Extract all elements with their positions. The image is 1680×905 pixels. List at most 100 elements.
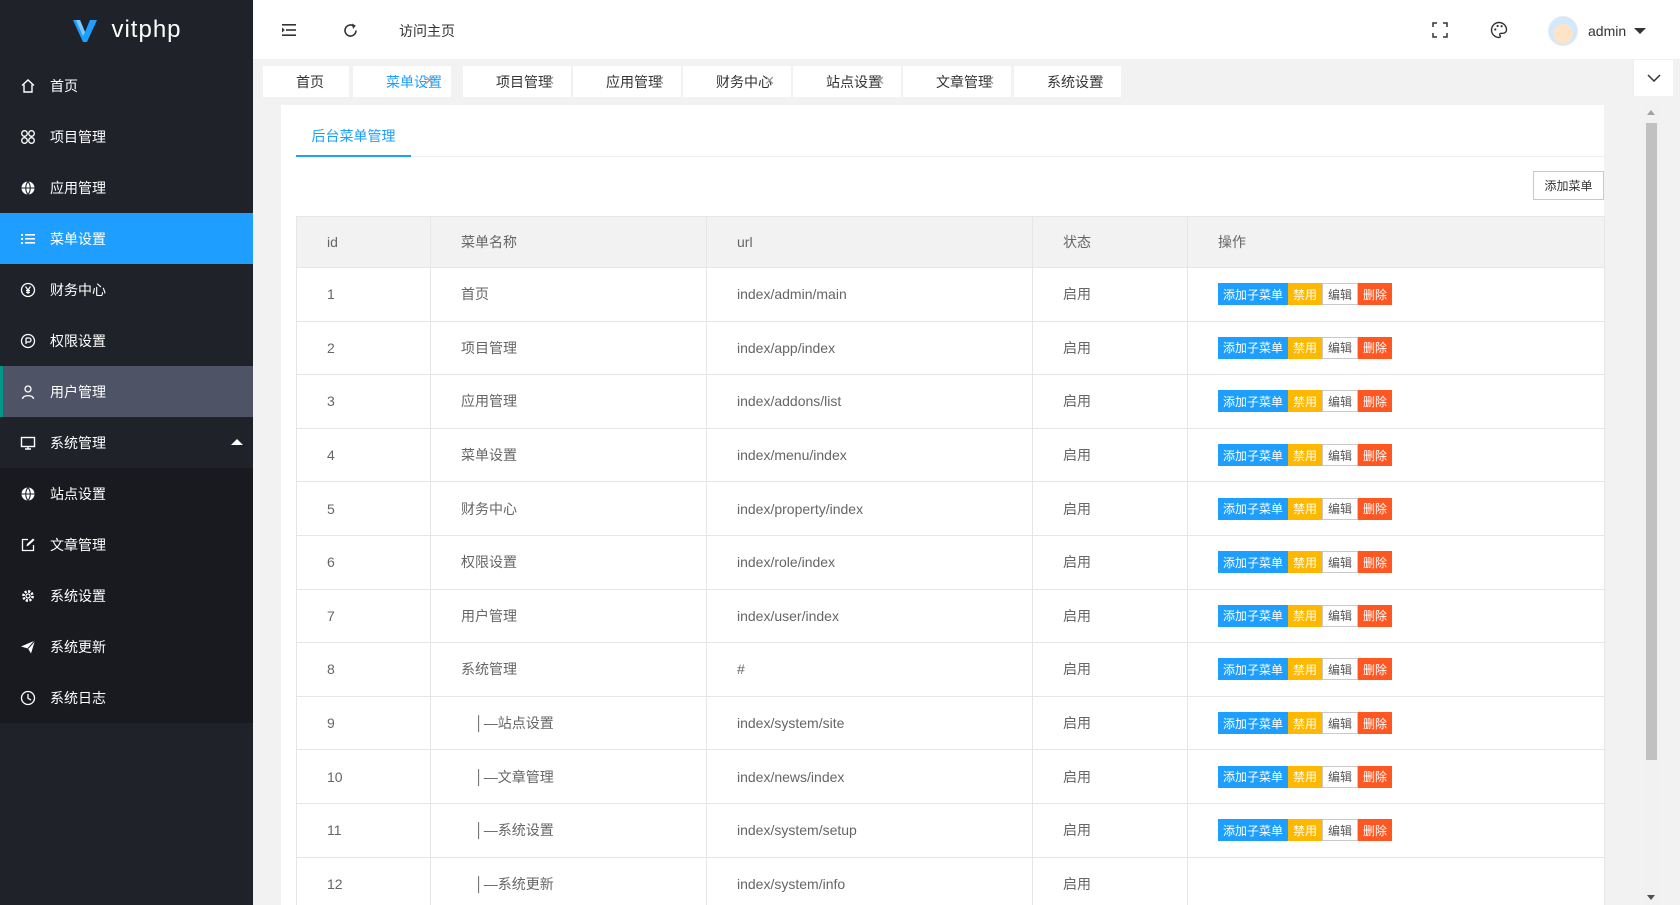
delete-button[interactable]: 删除 — [1358, 765, 1393, 788]
scroll-down-icon[interactable] — [1647, 895, 1655, 900]
add-submenu-button[interactable]: 添加子菜单 — [1218, 765, 1289, 788]
edit-button[interactable]: 编辑 — [1322, 283, 1359, 306]
tab-7[interactable]: 文章管理 ✕ — [903, 66, 1011, 97]
sidebar-item-9[interactable]: 站点设置 — [0, 468, 253, 519]
tab-6[interactable]: 站点设置 ✕ — [793, 66, 901, 97]
refresh-button[interactable] — [340, 20, 360, 40]
add-submenu-button[interactable]: 添加子菜单 — [1218, 604, 1289, 627]
disable-button[interactable]: 禁用 — [1288, 283, 1323, 306]
sidebar-item-5[interactable]: 财务中心 — [0, 264, 253, 315]
add-submenu-button[interactable]: 添加子菜单 — [1218, 444, 1289, 467]
add-submenu-button[interactable]: 添加子菜单 — [1218, 390, 1289, 413]
close-icon[interactable]: ✕ — [764, 73, 775, 89]
user-menu[interactable]: admin — [1548, 16, 1647, 46]
disable-button[interactable]: 禁用 — [1288, 819, 1323, 842]
disable-button[interactable]: 禁用 — [1288, 551, 1323, 574]
page-tab-bar: 首页 菜单设置 ✕ 项目管理 ✕ 应用管理 ✕ 财务中心 ✕ 站点设置 ✕ 文章管理 ✕ 系统设置 ✕ — [253, 60, 1680, 100]
cell-actions: 添加子菜单 禁用 编辑 删除 — [1187, 588, 1605, 644]
sidebar-item-3[interactable]: 应用管理 — [0, 162, 253, 213]
delete-button[interactable]: 删除 — [1358, 658, 1393, 681]
cell-id: 4 — [296, 427, 431, 483]
close-icon[interactable]: ✕ — [984, 73, 995, 89]
sidebar-item-12[interactable]: 系统更新 — [0, 621, 253, 672]
disable-button[interactable]: 禁用 — [1288, 604, 1323, 627]
edit-button[interactable]: 编辑 — [1322, 712, 1359, 735]
add-submenu-button[interactable]: 添加子菜单 — [1218, 658, 1289, 681]
edit-button[interactable]: 编辑 — [1322, 819, 1359, 842]
add-submenu-button[interactable]: 添加子菜单 — [1218, 283, 1289, 306]
delete-button[interactable]: 删除 — [1358, 444, 1393, 467]
sidebar-item-2[interactable]: 项目管理 — [0, 111, 253, 162]
tab-menu-management[interactable]: 后台菜单管理 — [296, 117, 411, 157]
tab-8[interactable]: 系统设置 ✕ — [1014, 66, 1121, 97]
scroll-up-icon[interactable] — [1647, 110, 1655, 115]
close-icon[interactable]: ✕ — [654, 73, 665, 89]
edit-button[interactable]: 编辑 — [1322, 497, 1359, 520]
close-icon[interactable]: ✕ — [874, 73, 885, 89]
toggle-sidebar-button[interactable] — [280, 20, 300, 40]
delete-button[interactable]: 删除 — [1358, 604, 1393, 627]
edit-button[interactable]: 编辑 — [1322, 390, 1359, 413]
delete-button[interactable]: 删除 — [1358, 336, 1393, 359]
edit-button[interactable]: 编辑 — [1322, 604, 1359, 627]
monitor-icon — [20, 435, 36, 451]
disable-button[interactable]: 禁用 — [1288, 336, 1323, 359]
cell-actions: 添加子菜单 禁用 编辑 删除 — [1187, 802, 1605, 858]
close-icon[interactable]: ✕ — [1094, 73, 1105, 89]
scroll-thumb[interactable] — [1646, 123, 1657, 760]
disable-button[interactable]: 禁用 — [1288, 497, 1323, 520]
disable-button[interactable]: 禁用 — [1288, 390, 1323, 413]
edit-button[interactable]: 编辑 — [1322, 551, 1359, 574]
logo[interactable]: vitphp — [0, 0, 253, 60]
sidebar-item-6[interactable]: 权限设置 — [0, 315, 253, 366]
sidebar-item-13[interactable]: 系统日志 — [0, 672, 253, 723]
sidebar-item-7[interactable]: 用户管理 — [0, 366, 253, 417]
add-submenu-button[interactable]: 添加子菜单 — [1218, 497, 1289, 520]
visit-home-link[interactable]: 访问主页 — [399, 21, 455, 41]
add-menu-button[interactable]: 添加菜单 — [1533, 171, 1604, 200]
close-icon[interactable]: ✕ — [424, 73, 435, 89]
delete-button[interactable]: 删除 — [1358, 551, 1393, 574]
yen-icon — [20, 282, 36, 298]
cell-actions: 添加子菜单 禁用 编辑 删除 — [1187, 374, 1605, 429]
disable-button[interactable]: 禁用 — [1288, 658, 1323, 681]
edit-button[interactable]: 编辑 — [1322, 658, 1359, 681]
sidebar-item-10[interactable]: 文章管理 — [0, 519, 253, 570]
delete-button[interactable]: 删除 — [1358, 390, 1393, 413]
delete-button[interactable]: 删除 — [1358, 712, 1393, 735]
tab-more-button[interactable] — [1633, 60, 1673, 96]
table-row: 4 菜单设置 index/menu/index 启用 添加子菜单 禁用 编辑 删除 — [296, 427, 1605, 483]
sidebar-item-11[interactable]: 系统设置 — [0, 570, 253, 621]
cell-status: 启用 — [1032, 267, 1188, 322]
close-icon[interactable]: ✕ — [544, 73, 555, 89]
page-scrollbar[interactable] — [1643, 105, 1660, 905]
add-submenu-button[interactable]: 添加子菜单 — [1218, 336, 1289, 359]
cell-status: 启用 — [1032, 534, 1188, 590]
fullscreen-button[interactable] — [1430, 20, 1450, 40]
add-submenu-button[interactable]: 添加子菜单 — [1218, 712, 1289, 735]
add-submenu-button[interactable]: 添加子菜单 — [1218, 819, 1289, 842]
tab-5[interactable]: 财务中心 ✕ — [683, 66, 791, 97]
disable-button[interactable]: 禁用 — [1288, 444, 1323, 467]
cell-name: 应用管理 — [430, 374, 707, 429]
tab-3[interactable]: 项目管理 ✕ — [463, 66, 571, 97]
delete-button[interactable]: 删除 — [1358, 819, 1393, 842]
add-submenu-button[interactable]: 添加子菜单 — [1218, 551, 1289, 574]
tab-1[interactable]: 首页 — [263, 66, 349, 97]
row-actions: 添加子菜单 禁用 编辑 删除 — [1218, 658, 1574, 681]
edit-button[interactable]: 编辑 — [1322, 765, 1359, 788]
delete-button[interactable]: 删除 — [1358, 283, 1393, 306]
disable-button[interactable]: 禁用 — [1288, 765, 1323, 788]
table-row: 2 项目管理 index/app/index 启用 添加子菜单 禁用 编辑 删除 — [296, 320, 1605, 376]
theme-button[interactable] — [1489, 20, 1509, 40]
sidebar-item-8[interactable]: 系统管理 — [0, 417, 253, 468]
tab-4[interactable]: 应用管理 ✕ — [573, 66, 681, 97]
delete-button[interactable]: 删除 — [1358, 497, 1393, 520]
disable-button[interactable]: 禁用 — [1288, 712, 1323, 735]
avatar — [1548, 16, 1578, 46]
tab-2[interactable]: 菜单设置 ✕ — [353, 66, 451, 97]
sidebar-item-4[interactable]: 菜单设置 — [0, 213, 253, 264]
edit-button[interactable]: 编辑 — [1322, 336, 1359, 359]
edit-button[interactable]: 编辑 — [1322, 444, 1359, 467]
sidebar-item-1[interactable]: 首页 — [0, 60, 253, 111]
